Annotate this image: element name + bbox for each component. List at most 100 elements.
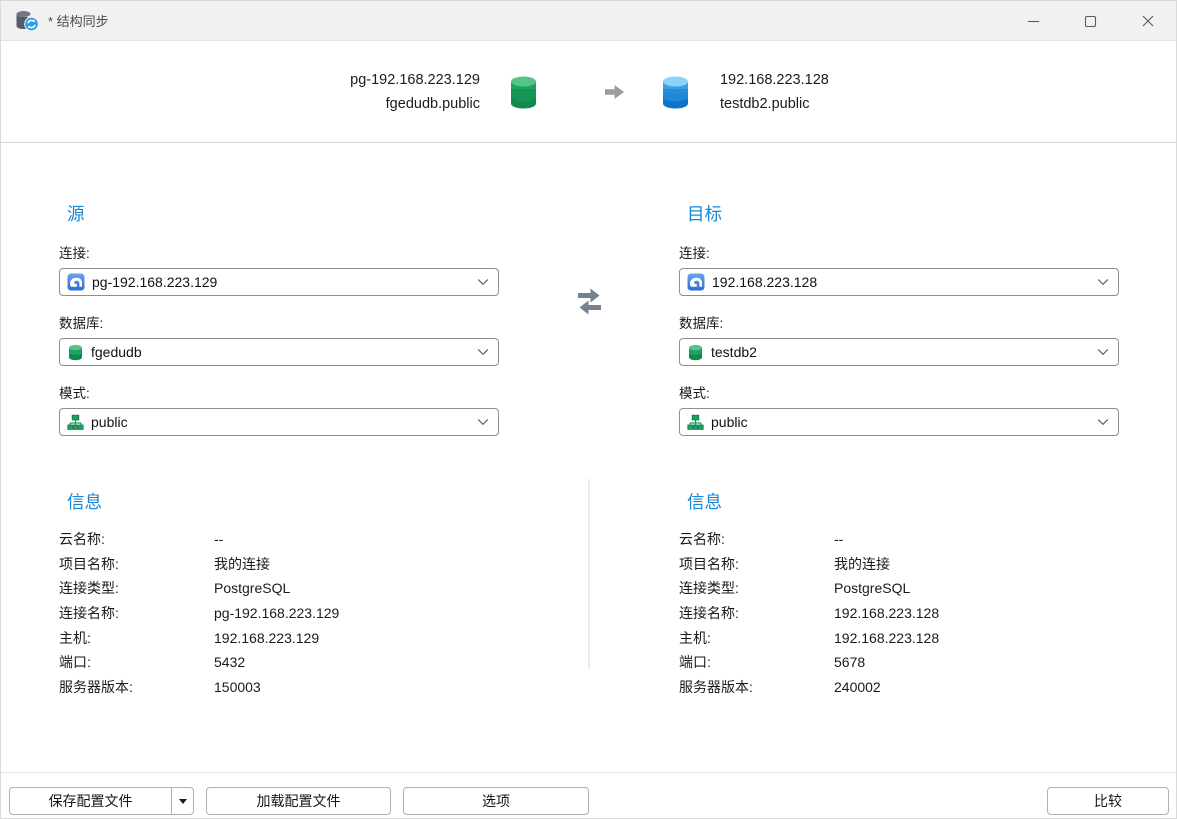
target-database-select[interactable]: testdb2 [679,338,1119,366]
target-schema-select[interactable]: public [679,408,1119,436]
save-profile-dropdown[interactable] [172,788,193,814]
sync-summary-header: pg-192.168.223.129 fgedudb.public [1,42,1177,143]
maximize-button[interactable] [1062,1,1119,41]
source-database-icon [508,75,539,110]
info-value: -- [214,531,539,547]
info-row: 项目名称: 我的连接 [59,552,539,577]
chevron-down-icon [477,348,489,356]
source-panel: 源 连接: pg-192.168.223.129 数据库: [59,201,499,452]
close-button[interactable] [1119,1,1176,41]
window-title: * 结构同步 [48,11,109,30]
info-value: 192.168.223.128 [834,630,1159,646]
target-info-section: 信息 云名称: -- 项目名称: 我的连接 连接类型: PostgreSQL 连… [679,489,1159,699]
target-connection-label: 连接: [679,242,1119,262]
database-cylinder-icon [687,344,704,361]
target-connection-select[interactable]: 192.168.223.128 [679,268,1119,296]
target-summary-schema: testdb2.public [720,92,829,116]
chevron-down-icon [477,418,489,426]
source-schema-value: public [91,414,477,430]
maximize-icon [1084,15,1097,28]
info-value: PostgreSQL [834,580,1159,596]
minimize-icon [1027,15,1040,28]
chevron-down-icon [1097,278,1109,286]
source-info-section: 信息 云名称: -- 项目名称: 我的连接 连接类型: PostgreSQL 连… [59,489,539,699]
info-value: -- [834,531,1159,547]
database-cylinder-icon [67,344,84,361]
save-profile-button[interactable]: 保存配置文件 [9,787,194,815]
info-row: 连接类型: PostgreSQL [679,576,1159,601]
source-info-title: 信息 [67,489,539,514]
source-connection-select[interactable]: pg-192.168.223.129 [59,268,499,296]
info-label: 服务器版本: [679,677,834,697]
chevron-down-icon [1097,348,1109,356]
info-value: 5432 [214,654,539,670]
target-panel: 目标 连接: 192.168.223.128 数据库: [679,201,1119,452]
info-value: PostgreSQL [214,580,539,596]
info-row: 主机: 192.168.223.129 [59,625,539,650]
schema-tree-icon [67,414,84,431]
source-panel-title: 源 [67,201,499,226]
titlebar: * 结构同步 [1,1,1176,41]
source-database-select[interactable]: fgedudb [59,338,499,366]
footer-divider [1,772,1176,773]
compare-button[interactable]: 比较 [1047,787,1169,815]
info-row: 项目名称: 我的连接 [679,552,1159,577]
transfer-arrows-icon [571,283,608,325]
info-row: 端口: 5678 [679,650,1159,675]
structure-sync-window: * 结构同步 pg-192.168.223.129 [0,0,1177,819]
info-value: 192.168.223.128 [834,605,1159,621]
source-summary-schema: fgedudb.public [350,92,480,116]
info-label: 主机: [59,628,214,648]
info-row: 连接名称: 192.168.223.128 [679,601,1159,626]
target-schema-value: public [711,414,1097,430]
minimize-button[interactable] [1005,1,1062,41]
save-profile-label[interactable]: 保存配置文件 [10,788,171,814]
target-database-label: 数据库: [679,312,1119,332]
info-label: 项目名称: [59,554,214,574]
info-label: 端口: [59,652,214,672]
postgresql-icon [67,273,85,291]
info-value: 150003 [214,679,539,695]
structure-sync-icon [15,10,39,32]
target-info-title: 信息 [687,489,1159,514]
info-label: 主机: [679,628,834,648]
schema-tree-icon [687,414,704,431]
info-row: 主机: 192.168.223.128 [679,625,1159,650]
target-summary-connection: 192.168.223.128 [720,68,829,92]
target-panel-title: 目标 [687,201,1119,226]
info-row: 端口: 5432 [59,650,539,675]
load-profile-button[interactable]: 加载配置文件 [206,787,391,815]
window-controls [1005,1,1176,41]
info-value: 192.168.223.129 [214,630,539,646]
info-row: 服务器版本: 240002 [679,675,1159,700]
source-summary: pg-192.168.223.129 fgedudb.public [350,68,480,116]
chevron-down-icon [477,278,489,286]
source-connection-value: pg-192.168.223.129 [92,274,477,290]
info-vertical-divider [588,479,590,669]
info-label: 连接类型: [679,578,834,598]
source-database-label: 数据库: [59,312,499,332]
info-label: 云名称: [679,529,834,549]
info-label: 云名称: [59,529,214,549]
source-schema-select[interactable]: public [59,408,499,436]
info-value: 我的连接 [214,554,539,574]
info-value: 240002 [834,679,1159,695]
source-schema-label: 模式: [59,382,499,402]
info-row: 连接类型: PostgreSQL [59,576,539,601]
info-value: 我的连接 [834,554,1159,574]
arrow-right-icon [603,83,626,101]
info-row: 云名称: -- [59,527,539,552]
info-value: pg-192.168.223.129 [214,605,539,621]
source-summary-connection: pg-192.168.223.129 [350,68,480,92]
info-label: 服务器版本: [59,677,214,697]
info-label: 连接类型: [59,578,214,598]
close-icon [1141,14,1155,28]
target-database-value: testdb2 [711,344,1097,360]
target-schema-label: 模式: [679,382,1119,402]
target-connection-value: 192.168.223.128 [712,274,1097,290]
options-button[interactable]: 选项 [403,787,589,815]
info-label: 端口: [679,652,834,672]
chevron-down-icon [1097,418,1109,426]
info-row: 云名称: -- [679,527,1159,552]
target-database-icon [660,75,691,110]
